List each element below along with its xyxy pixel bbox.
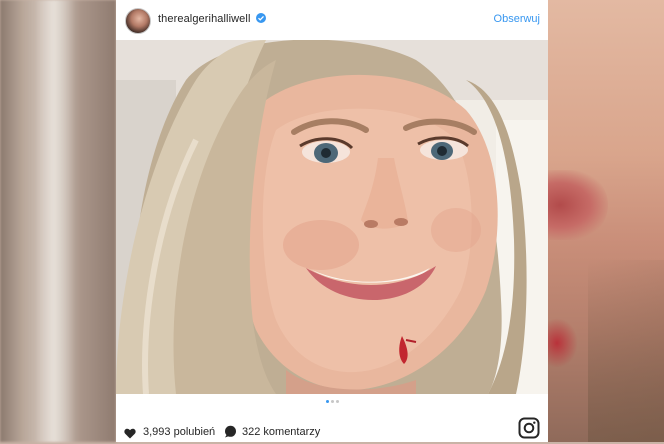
username-link[interactable]: therealgerihalliwell: [158, 13, 251, 25]
avatar[interactable]: [125, 8, 151, 34]
blurred-hair: [588, 260, 664, 442]
verified-badge-icon: [256, 13, 266, 23]
post-photo[interactable]: [116, 40, 548, 394]
comments-count: 322 komentarzy: [242, 426, 321, 438]
post-header: therealgerihalliwell Obserwuj: [116, 0, 548, 40]
likes-count: 3,993 polubień: [143, 426, 216, 438]
follow-button[interactable]: Obserwuj: [494, 13, 540, 25]
post-footer: 3,993 polubień 322 komentarzy: [116, 414, 548, 442]
carousel-dot[interactable]: [325, 400, 329, 403]
instagram-icon[interactable]: [518, 417, 540, 444]
carousel-dot[interactable]: [335, 400, 339, 403]
comment-icon[interactable]: [224, 425, 237, 443]
carousel-dot[interactable]: [330, 400, 334, 403]
instagram-post-card: therealgerihalliwell Obserwuj 3,993 polu…: [116, 0, 548, 442]
selfie-image: [116, 40, 548, 394]
carousel-indicator: [116, 400, 548, 408]
heart-icon[interactable]: [124, 426, 136, 444]
blurred-cut: [548, 318, 578, 368]
blurred-lip: [548, 170, 608, 240]
blurred-background-right: [548, 0, 664, 442]
blurred-background-left: [0, 0, 116, 442]
